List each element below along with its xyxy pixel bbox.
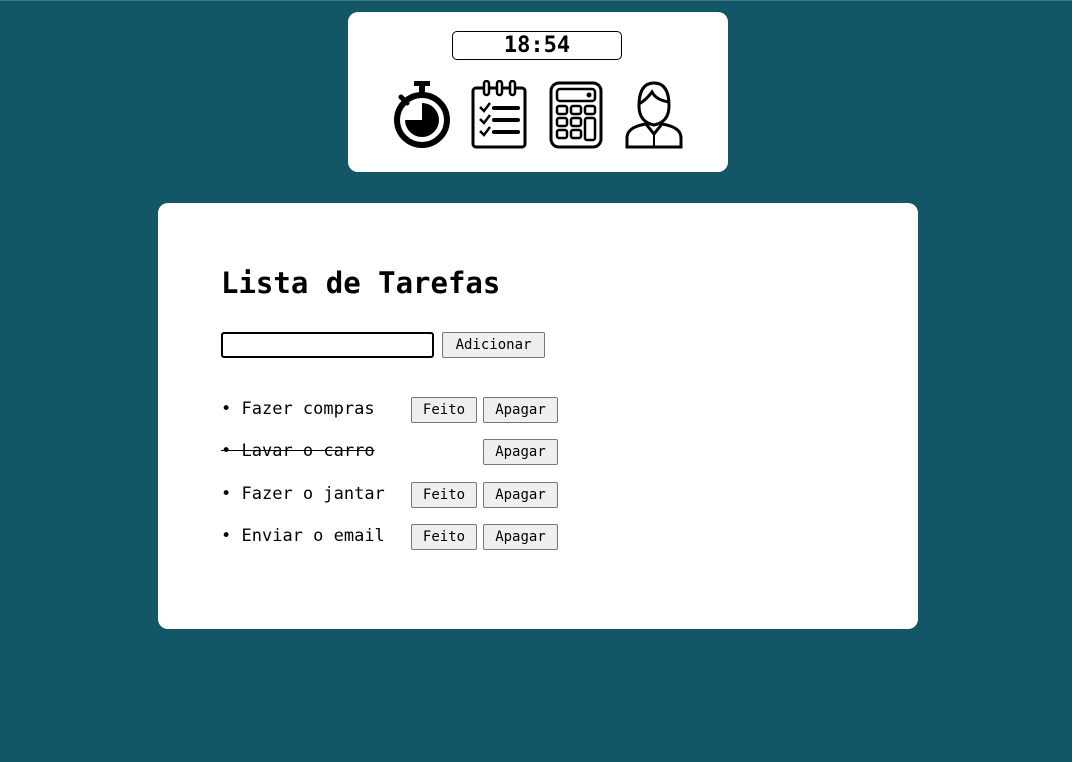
task-label: Enviar o email bbox=[241, 526, 385, 546]
calculator-icon[interactable] bbox=[544, 80, 608, 150]
stopwatch-icon[interactable] bbox=[390, 80, 454, 150]
page-title: Lista de Tarefas bbox=[221, 266, 501, 300]
task-item: • Enviar o email Feito Apagar bbox=[221, 524, 641, 550]
bullet: • bbox=[221, 484, 232, 504]
bullet: • bbox=[221, 526, 232, 546]
task-text: • Fazer compras bbox=[221, 397, 375, 421]
add-task-button[interactable]: Adicionar bbox=[442, 332, 545, 358]
todo-card: Lista de Tarefas Adicionar • Fazer compr… bbox=[158, 203, 918, 629]
task-label: Fazer compras bbox=[241, 399, 375, 419]
task-text: • Lavar o carro bbox=[221, 439, 375, 463]
task-text: • Enviar o email bbox=[221, 524, 385, 548]
bullet: • bbox=[221, 441, 232, 461]
clock-display: 18:54 bbox=[452, 31, 622, 60]
done-button[interactable]: Feito bbox=[411, 397, 477, 423]
new-task-input[interactable] bbox=[221, 332, 434, 358]
done-button[interactable]: Feito bbox=[411, 482, 477, 508]
checklist-icon[interactable] bbox=[468, 80, 532, 150]
user-profile-icon[interactable] bbox=[622, 80, 686, 150]
app-launcher-card: 18:54 bbox=[348, 12, 728, 172]
delete-button[interactable]: Apagar bbox=[483, 482, 558, 508]
task-label: Fazer o jantar bbox=[241, 484, 385, 504]
delete-button[interactable]: Apagar bbox=[483, 397, 558, 423]
delete-button[interactable]: Apagar bbox=[483, 439, 558, 465]
task-item-completed: • Lavar o carro Apagar bbox=[221, 439, 641, 465]
task-text: • Fazer o jantar bbox=[221, 482, 385, 506]
bullet: • bbox=[221, 399, 232, 419]
task-label: Lavar o carro bbox=[241, 441, 375, 461]
done-button[interactable]: Feito bbox=[411, 524, 477, 550]
delete-button[interactable]: Apagar bbox=[483, 524, 558, 550]
task-item: • Fazer o jantar Feito Apagar bbox=[221, 482, 641, 508]
task-item: • Fazer compras Feito Apagar bbox=[221, 397, 641, 423]
